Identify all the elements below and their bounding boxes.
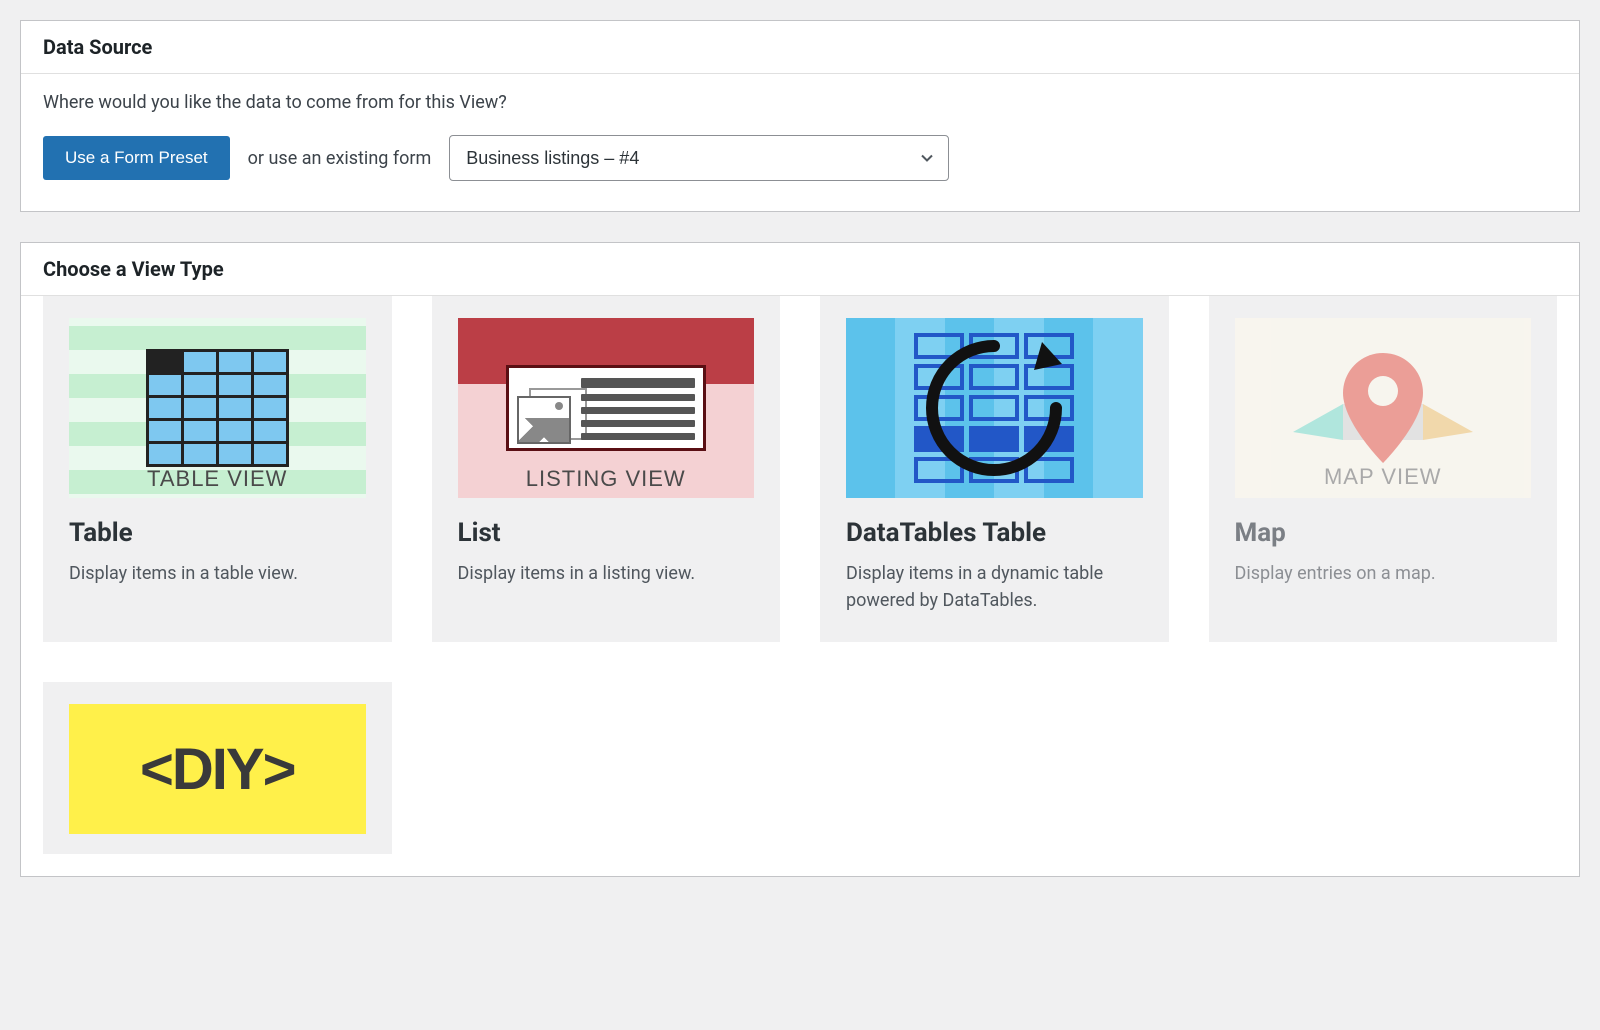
view-card-map[interactable]: MAP VIEW Map Display entries on a map. [1209,296,1558,642]
refresh-arrow-icon [914,328,1074,488]
map-card-title: Map [1235,518,1532,548]
existing-form-select[interactable]: Business listings – #4 [449,135,949,181]
map-pin-icon [1343,353,1423,463]
table-grid-icon [146,349,289,467]
or-use-existing-text: or use an existing form [248,148,432,169]
existing-form-select-wrap: Business listings – #4 [449,135,949,181]
datatables-view-thumb [846,318,1143,498]
view-type-header: Choose a View Type [21,243,1579,296]
view-card-table[interactable]: TABLE VIEW Table Display items in a tabl… [43,296,392,642]
list-card-title: List [458,518,755,548]
data-source-panel: Data Source Where would you like the dat… [20,20,1580,212]
diy-view-thumb: <DIY> [69,704,366,834]
view-card-diy[interactable]: <DIY> [43,682,392,854]
data-source-body: Where would you like the data to come fr… [21,74,1579,211]
table-card-desc: Display items in a table view. [69,560,366,587]
data-source-prompt: Where would you like the data to come fr… [43,92,1557,113]
view-card-list[interactable]: LISTING VIEW List Display items in a lis… [432,296,781,642]
diy-thumb-label: <DIY> [140,736,294,803]
table-thumb-label: TABLE VIEW [69,466,366,492]
table-view-thumb: TABLE VIEW [69,318,366,498]
data-source-heading: Data Source [43,35,1557,59]
view-card-datatables[interactable]: DataTables Table Display items in a dyna… [820,296,1169,642]
data-source-header: Data Source [21,21,1579,74]
use-form-preset-button[interactable]: Use a Form Preset [43,136,230,180]
view-type-panel: Choose a View Type TABLE VIEW Table Disp… [20,242,1580,877]
listing-card-icon [506,365,706,451]
view-type-heading: Choose a View Type [43,257,1557,281]
datatables-card-desc: Display items in a dynamic table powered… [846,560,1143,614]
data-source-controls: Use a Form Preset or use an existing for… [43,135,1557,181]
map-card-desc: Display entries on a map. [1235,560,1532,587]
table-card-title: Table [69,518,366,548]
map-thumb-label: MAP VIEW [1235,464,1532,490]
list-card-desc: Display items in a listing view. [458,560,755,587]
datatables-card-title: DataTables Table [846,518,1143,548]
list-view-thumb: LISTING VIEW [458,318,755,498]
map-view-thumb: MAP VIEW [1235,318,1532,498]
view-type-grid: TABLE VIEW Table Display items in a tabl… [21,296,1579,876]
list-thumb-label: LISTING VIEW [458,466,755,492]
